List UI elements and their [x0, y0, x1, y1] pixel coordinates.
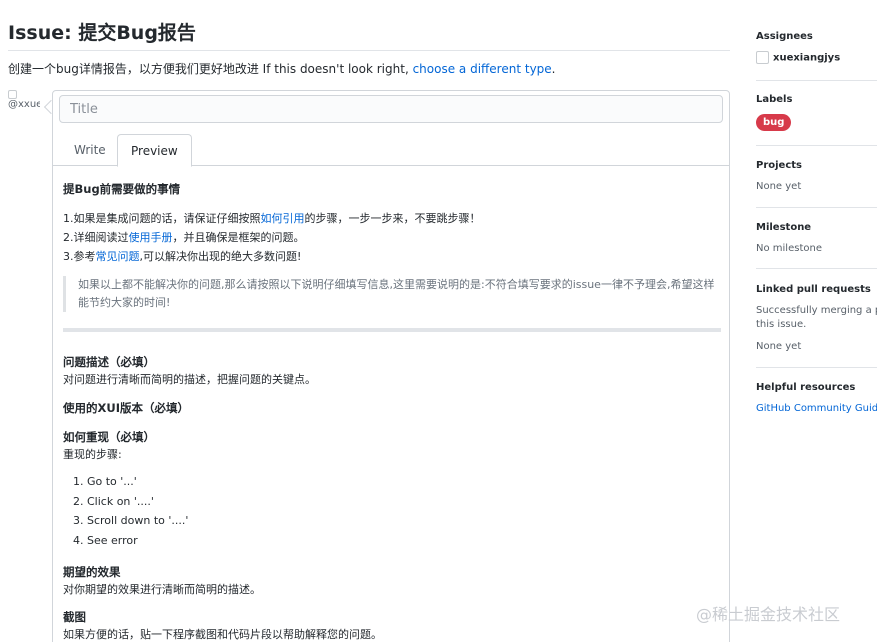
list-item: 1. Go to '...' — [73, 475, 137, 488]
repro-text: 重现的步骤: — [63, 448, 122, 461]
linked-prs-text-2: this issue. — [756, 319, 807, 330]
label-bug-badge[interactable]: bug — [756, 114, 792, 131]
assignees-heading[interactable]: Assignees — [756, 31, 813, 42]
step-1-post: 的步骤，一步一步来，不要跳步骤！ — [304, 212, 481, 225]
linked-prs-text: Successfully merging a pul — [756, 305, 877, 316]
step-2-pre: 2.详细阅读过 — [63, 231, 129, 244]
preview-heading-before-bug: 提Bug前需要做的事情 — [63, 182, 181, 196]
step-2-post: ，并且确保是框架的问题。 — [172, 231, 305, 244]
sidebar-divider — [756, 80, 877, 81]
broken-image-icon — [8, 90, 17, 99]
step-3-post: ,可以解决你出现的绝大多数问题! — [139, 250, 302, 263]
projects-value: None yet — [756, 181, 802, 192]
linked-prs-value: None yet — [756, 341, 802, 352]
issue-editor: Write Preview 提Bug前需要做的事情 1.如果是集成问题的话，请保… — [52, 90, 730, 642]
expected-text: 对你期望的效果进行清晰而简明的描述。 — [63, 583, 261, 596]
sidebar-divider — [756, 367, 877, 368]
list-item: 3. Scroll down to '....' — [73, 514, 189, 527]
user-manual-link[interactable]: 使用手册 — [129, 231, 173, 244]
choose-different-type-link[interactable]: choose a different type — [413, 62, 552, 76]
linked-prs-heading: Linked pull requests — [756, 284, 871, 295]
sidebar-divider — [756, 268, 877, 269]
list-item: 2. Click on '....' — [73, 494, 154, 508]
screenshot-text: 如果方便的话，贴一下程序截图和代码片段以帮助解释您的问题。 — [63, 628, 382, 641]
sidebar-divider — [756, 145, 877, 146]
assignee-user[interactable]: xuexiangjys — [756, 51, 840, 64]
sidebar-divider — [756, 207, 877, 208]
tab-preview[interactable]: Preview — [117, 134, 192, 167]
step-3-pre: 3.参考 — [63, 250, 96, 263]
labels-heading[interactable]: Labels — [756, 94, 792, 105]
screenshot-heading: 截图 — [63, 610, 86, 624]
repro-heading: 如何重现（必填） — [63, 430, 155, 444]
page-title: Issue: 提交Bug报告 — [8, 22, 196, 44]
projects-heading[interactable]: Projects — [756, 160, 802, 171]
page-subtitle: 创建一个bug详情报告，以方便我们更好地改进 If this doesn't l… — [8, 60, 556, 77]
community-guidelines-link[interactable]: GitHub Community Guideli — [756, 403, 877, 414]
subtitle-period: . — [551, 62, 556, 76]
editor-tabbar: Write Preview — [53, 134, 729, 167]
how-to-reference-link[interactable]: 如何引用 — [261, 212, 305, 225]
expected-heading: 期望的效果 — [63, 565, 121, 579]
faq-link[interactable]: 常见问题 — [96, 250, 140, 263]
horizontal-rule — [63, 328, 721, 332]
tab-write[interactable]: Write — [61, 134, 119, 166]
step-3: 3.参考常见问题,可以解决你出现的绝大多数问题! — [63, 248, 301, 264]
assignee-name: xuexiangjys — [773, 52, 841, 64]
assignee-avatar-icon — [756, 51, 769, 64]
step-1-pre: 1.如果是集成问题的话，请保证仔细按照 — [63, 212, 261, 225]
milestone-value: No milestone — [756, 243, 822, 254]
title-input[interactable] — [59, 95, 723, 123]
avatar[interactable]: @xxuexiangjys — [8, 90, 40, 120]
repro-steps-list: 1. Go to '...' 2. Click on '....' 3. Scr… — [73, 475, 188, 553]
avatar-alt-text: @xxuexiangjys — [8, 99, 40, 110]
milestone-heading[interactable]: Milestone — [756, 222, 811, 233]
title-divider — [8, 50, 730, 51]
subtitle-text: 创建一个bug详情报告，以方便我们更好地改进 If this doesn't l… — [8, 62, 413, 76]
step-2: 2.详细阅读过使用手册，并且确保是框架的问题。 — [63, 229, 305, 245]
step-1: 1.如果是集成问题的话，请保证仔细按照如何引用的步骤，一步一步来，不要跳步骤！ — [63, 210, 481, 226]
watermark: @稀土掘金技术社区 — [696, 605, 841, 624]
notice-quote: 如果以上都不能解决你的问题,那么请按照以下说明仔细填写信息,这里需要说明的是:不… — [63, 276, 723, 312]
desc-text: 对问题进行清晰而简明的描述，把握问题的关键点。 — [63, 373, 316, 386]
list-item: 4. See error — [73, 533, 138, 547]
helpful-resources-heading: Helpful resources — [756, 382, 856, 393]
desc-heading: 问题描述（必填） — [63, 355, 155, 369]
version-heading: 使用的XUI版本（必填） — [63, 401, 189, 415]
